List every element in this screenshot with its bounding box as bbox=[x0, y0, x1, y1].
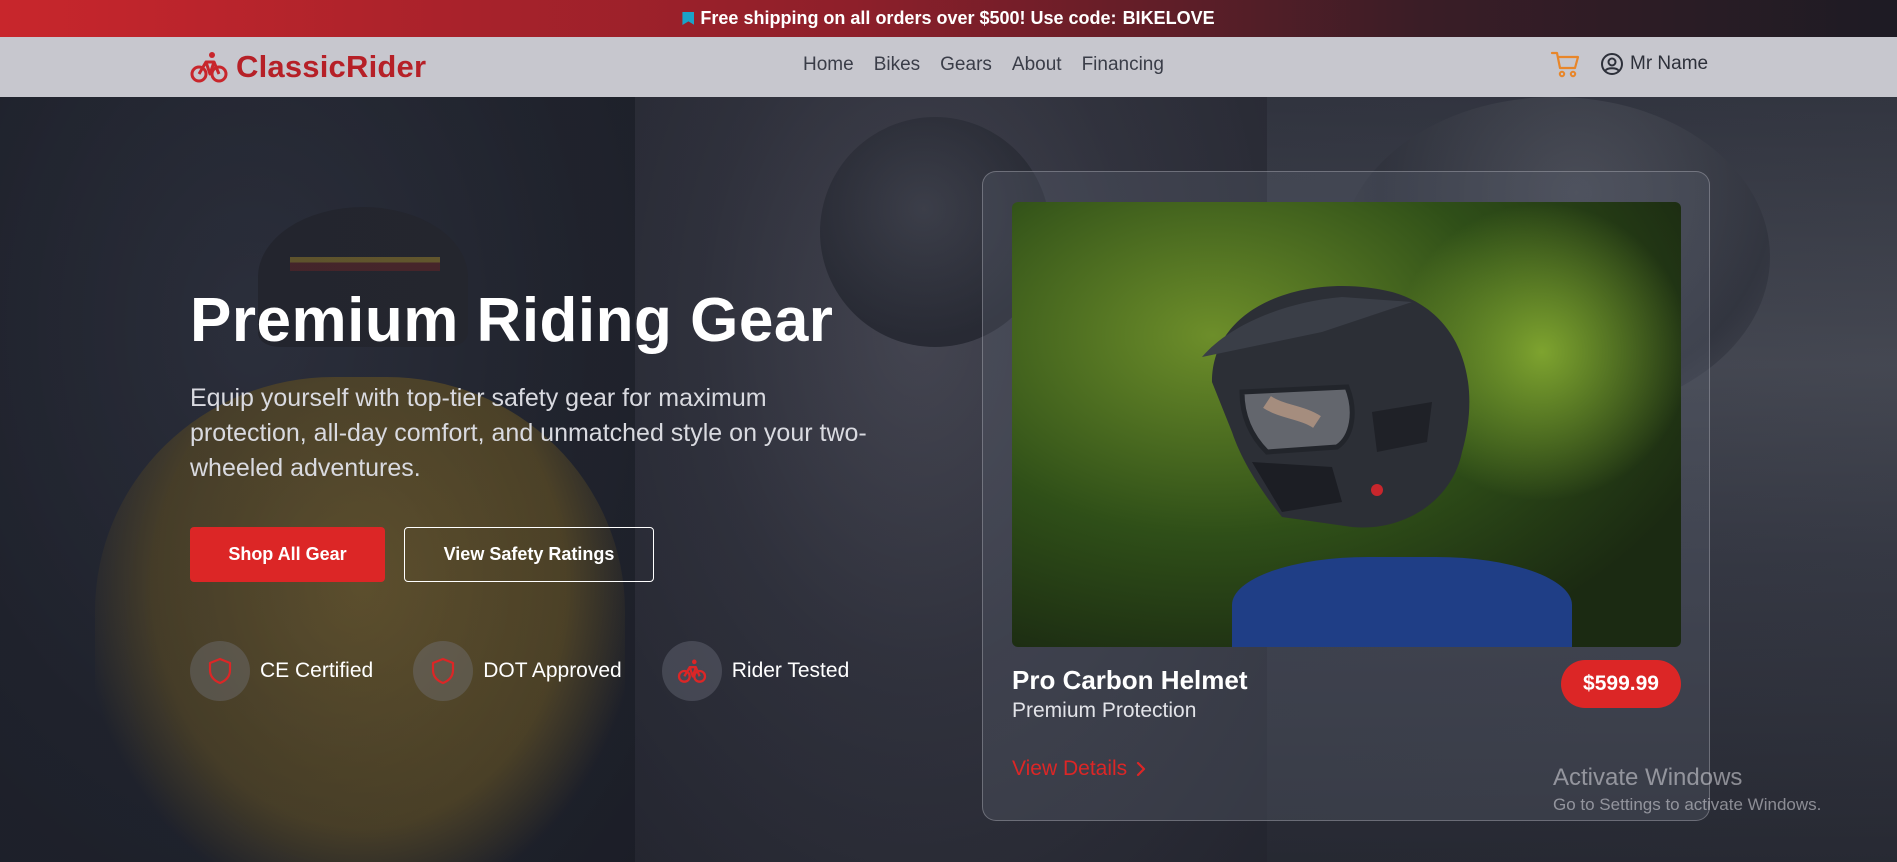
nav-home[interactable]: Home bbox=[803, 54, 854, 76]
watermark-title: Activate Windows bbox=[1553, 764, 1743, 791]
product-subtitle: Premium Protection bbox=[1012, 699, 1197, 722]
helmet-illustration bbox=[1202, 286, 1470, 528]
main-nav: Home Bikes Gears About Financing bbox=[803, 54, 1164, 76]
shopping-cart-icon[interactable] bbox=[1550, 49, 1580, 79]
bicycle-icon bbox=[677, 659, 706, 683]
announcement-bar: Free shipping on all orders over $500! U… bbox=[0, 0, 1897, 37]
view-safety-ratings-button[interactable]: View Safety Ratings bbox=[404, 527, 654, 582]
certification-badges: CE Certified DOT Approved Rider Tested bbox=[190, 641, 849, 701]
badge-rider-tested: Rider Tested bbox=[661, 641, 850, 701]
shield-icon bbox=[432, 657, 455, 685]
badge-label: CE Certified bbox=[260, 659, 374, 682]
brand-logo[interactable]: ClassicRider bbox=[190, 49, 426, 85]
navbar: ClassicRider Home Bikes Gears About Fina… bbox=[0, 37, 1897, 97]
watermark-subtitle: Go to Settings to activate Windows. bbox=[1553, 795, 1822, 814]
price-badge: $599.99 bbox=[1561, 660, 1681, 708]
product-image[interactable] bbox=[1012, 202, 1681, 647]
badge-icon-circle bbox=[661, 641, 722, 701]
model-shirt-shape bbox=[1232, 557, 1572, 647]
shield-icon bbox=[208, 657, 232, 685]
bookmark-flag-icon bbox=[682, 12, 695, 25]
nav-about[interactable]: About bbox=[1012, 54, 1062, 76]
nav-gears[interactable]: Gears bbox=[940, 54, 992, 76]
badge-label: Rider Tested bbox=[731, 659, 850, 682]
user-menu[interactable]: Mr Name bbox=[1600, 52, 1708, 76]
brand-name: ClassicRider bbox=[236, 49, 427, 84]
promo-code: BIKELOVE bbox=[1122, 8, 1215, 28]
bicycle-icon bbox=[190, 52, 228, 83]
chevron-right-icon bbox=[1137, 761, 1146, 777]
windows-activation-watermark: Activate Windows Go to Settings to activ… bbox=[1553, 763, 1821, 817]
nav-financing[interactable]: Financing bbox=[1082, 54, 1164, 76]
announcement-text: Free shipping on all orders over $500! U… bbox=[700, 8, 1117, 28]
hero-description: Equip yourself with top-tier safety gear… bbox=[190, 384, 867, 482]
user-circle-icon bbox=[1601, 53, 1623, 75]
badge-icon-circle bbox=[190, 641, 250, 701]
view-details-label: View Details bbox=[1012, 757, 1128, 780]
hero-section: Premium Riding Gear Equip yourself with … bbox=[0, 97, 1897, 862]
nav-actions: Mr Name bbox=[1550, 49, 1708, 79]
view-details-link[interactable]: View Details bbox=[1012, 757, 1147, 781]
featured-product-card: Pro Carbon Helmet Premium Protection $59… bbox=[982, 171, 1710, 821]
badge-ce-certified: CE Certified bbox=[190, 641, 373, 701]
badge-dot-approved: DOT Approved bbox=[413, 641, 622, 701]
product-name: Pro Carbon Helmet bbox=[1012, 665, 1248, 695]
user-name: Mr Name bbox=[1630, 53, 1709, 74]
hero-title: Premium Riding Gear bbox=[190, 286, 834, 355]
badge-label: DOT Approved bbox=[483, 659, 622, 682]
nav-bikes[interactable]: Bikes bbox=[874, 54, 920, 76]
shop-all-gear-button[interactable]: Shop All Gear bbox=[190, 527, 385, 582]
badge-icon-circle bbox=[413, 641, 474, 701]
